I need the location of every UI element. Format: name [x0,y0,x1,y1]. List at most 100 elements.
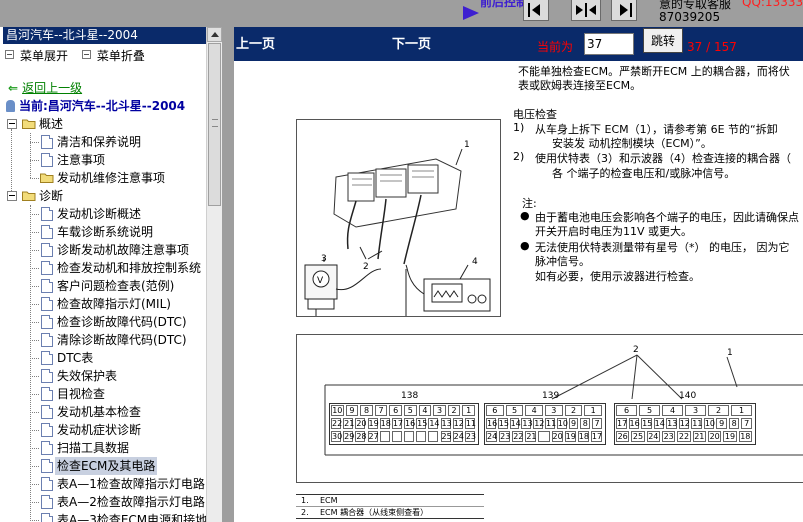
connector-pin: 18 [738,431,752,442]
page-number-input[interactable] [584,33,634,55]
tree-doc-item[interactable]: 目视检查 [0,385,107,403]
back-arrow-icon: ⇐ [8,81,19,95]
connector-pin: 2 [708,405,729,416]
connector-pin: 20 [708,431,722,442]
folder-icon [40,173,54,183]
coupler-pinout-figure: 2 1 138 139 140 10 9 8 7 6 5 4 3 2 1 22 21 20 19 18 17 1… [296,334,803,483]
menu-collapse-button[interactable]: 菜单折叠 [81,47,145,64]
connector-pin: 5 [404,405,417,416]
connector-pin: 28 [355,431,367,442]
tree-connector [30,484,39,485]
tree-folder-item[interactable]: 诊断 [0,187,65,205]
connector-pin: 9 [716,418,727,429]
tree-item-label: 发动机维修注意事项 [57,171,166,185]
sidebar-scrollbar[interactable] [206,27,222,522]
fit-page-icon[interactable] [571,0,601,21]
tree-doc-item[interactable]: 发动机基本检查 [0,403,143,421]
tree-doc-item[interactable]: 车载诊断系统说明 [0,223,155,241]
scroll-up-icon[interactable] [207,27,222,42]
tree-doc-item[interactable]: 检查故障指示灯(MIL) [0,295,173,313]
tree-doc-item[interactable]: 发动机症状诊断 [0,421,143,439]
tree-doc-item[interactable]: 清除诊断故障代码(DTC) [0,331,189,349]
sidebar: 昌河汽车--北斗星--2004 菜单展开 菜单折叠 ⇐ 返回上一级 当前:昌河汽车… [0,27,223,522]
tree-connector [30,142,39,143]
connector-pin [538,431,550,442]
menu-expand-button[interactable]: 菜单展开 [5,47,68,64]
connector-139: 6 5 4 3 2 1 16 15 14 13 12 11 10 9 8 7 24 23 22 21 20 19 18 17 [484,403,606,445]
legend-text: ECM 耦合器（从线束侧查看） [320,508,429,517]
connector-pin: 4 [418,405,432,416]
tree-doc-item[interactable]: 清洁和保养说明 [0,133,143,151]
document-icon [41,261,53,275]
back-link[interactable]: ⇐ 返回上一级 [8,79,82,96]
tree-item-label: 发动机症状诊断 [57,423,142,437]
tree-doc-item[interactable]: 注意事项 [0,151,107,169]
last-page-icon[interactable] [611,0,637,21]
panel-divider[interactable] [222,27,234,522]
collapse-toggle-icon[interactable] [7,191,17,201]
legend-num: 2. [301,508,309,517]
note1-text-2: 开关开启时电压为11V 或更大。 [535,225,693,238]
tree-item-label: 检查诊断故障代码(DTC) [57,315,187,329]
tree-item-label: 发动机诊断概述 [57,207,142,221]
connector-pin: 3 [545,405,563,416]
connector-pin: 15 [497,418,509,429]
fig1-callout-4: 4 [472,257,478,267]
jump-button[interactable]: 跳转 [643,28,683,53]
connector-pin: 8 [360,405,373,416]
document-icon [41,387,53,401]
tree-connector [30,286,39,287]
toolbar-caption: 前后控制 [480,0,529,9]
tree-doc-item[interactable]: 诊断发动机故障注意事项 [0,241,191,259]
scroll-thumb[interactable] [208,43,221,206]
ecm-wiring-figure: 1 2 3 4 V [296,119,501,317]
tree-connector [30,205,31,522]
connector-pin: 6 [389,405,402,416]
tree-doc-item[interactable]: 检查诊断故障代码(DTC) [0,313,189,331]
connector-pin: 19 [367,418,379,429]
tree-connector [30,214,39,215]
connector-pin: 10 [703,418,715,429]
collapse-toggle-icon[interactable] [7,119,17,129]
connector-pin: 23 [662,431,676,442]
tree-doc-item[interactable]: 失效保护表 [0,367,119,385]
note1-bullet: ● [520,209,530,222]
tree-connector [30,133,31,178]
tree-doc-item[interactable]: DTC表 [0,349,95,367]
tree-connector [30,178,39,179]
connector-pin: 21 [525,431,537,442]
first-page-icon[interactable] [523,0,549,21]
tree-connector [30,466,39,467]
tree-doc-item[interactable]: 发动机诊断概述 [0,205,143,223]
play-icon[interactable] [463,6,479,20]
tree-item-label: 诊断发动机故障注意事项 [57,243,190,257]
tree-folder-item[interactable]: 概述 [0,115,65,133]
tree-connector [11,129,12,191]
tree-doc-item[interactable]: 检查ECM及其电路 [0,457,158,475]
top-toolbar: 前后控制 意的专取客服 QQ:13333 87039205 [0,0,803,27]
connector-pin: 22 [512,431,524,442]
connector-pin: 29 [343,431,355,442]
step2-text-1: 使用伏特表（3）和示波器（4）检查连接的耦合器（ [535,152,791,165]
tree-doc-item[interactable]: 客户问题检查表(范例) [0,277,176,295]
tree-connector [30,304,39,305]
prev-page-button[interactable]: 上一页 [236,33,275,52]
tree-folder-item[interactable]: 发动机维修注意事项 [0,169,167,187]
connector-pin: 2 [447,405,461,416]
connector-pin: 2 [564,405,583,416]
connector-pin [428,431,439,442]
connector-pin: 25 [440,431,452,442]
tree-doc-item[interactable]: 扫描工具数据 [0,439,131,457]
connector-pin: 14 [509,418,521,429]
fig2-callout-1: 1 [727,348,733,358]
current-location: 当前:昌河汽车--北斗星--2004 [6,97,185,114]
note2-bullet: ● [520,239,530,252]
tree-item-label: 检查故障指示灯(MIL) [57,297,171,311]
tree-item-label: 客户问题检查表(范例) [57,279,175,293]
document-icon [41,243,53,257]
connector-pin: 1 [584,405,602,416]
next-page-button[interactable]: 下一页 [392,33,431,52]
connector-pin: 18 [379,418,391,429]
connector-pin: 20 [355,418,367,429]
document-icon [41,495,53,509]
